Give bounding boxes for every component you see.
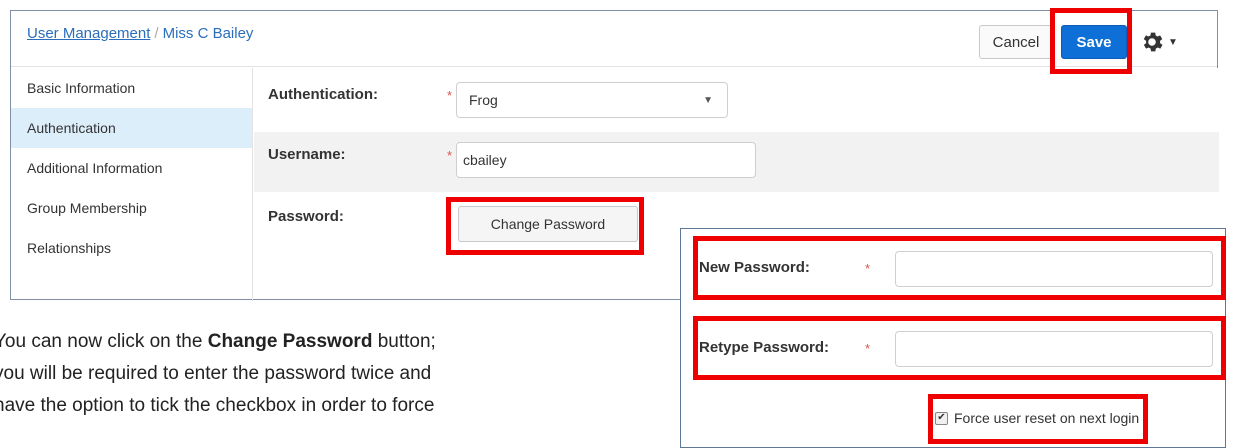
- instruction-line-3: have the option to tick the checkbox in …: [0, 395, 435, 416]
- breadcrumb-current: Miss C Bailey: [162, 25, 254, 42]
- sidebar-nav: Basic Information Authentication Additio…: [11, 68, 253, 301]
- force-reset-label: Force user reset on next login: [954, 410, 1140, 426]
- breadcrumb: User Management / Miss C Bailey: [27, 25, 253, 42]
- gear-icon: [1143, 32, 1163, 52]
- instruction-line-1-pre: You can now click on the: [0, 331, 208, 352]
- retype-password-input[interactable]: [895, 331, 1213, 367]
- force-reset-option[interactable]: ✔ Force user reset on next login: [935, 410, 1139, 426]
- sidebar-item-basic-information[interactable]: Basic Information: [11, 68, 252, 108]
- authentication-select[interactable]: Frog ▼: [456, 82, 728, 118]
- sidebar-item-group-membership[interactable]: Group Membership: [11, 188, 252, 228]
- sidebar-item-authentication[interactable]: Authentication: [11, 108, 252, 148]
- required-marker: *: [447, 148, 453, 163]
- cancel-button[interactable]: Cancel: [979, 25, 1053, 59]
- chevron-down-icon: ▼: [1168, 36, 1178, 48]
- sidebar-item-relationships[interactable]: Relationships: [11, 228, 252, 268]
- required-marker: *: [865, 261, 871, 276]
- breadcrumb-user-management-link[interactable]: User Management: [27, 25, 150, 42]
- change-password-button[interactable]: Change Password: [458, 206, 638, 242]
- instruction-line-1-post: button;: [372, 331, 436, 352]
- save-button[interactable]: Save: [1061, 25, 1127, 59]
- new-password-label: New Password:: [699, 259, 810, 276]
- authentication-value: Frog: [469, 92, 498, 108]
- sidebar-item-additional-information[interactable]: Additional Information: [11, 148, 252, 188]
- password-label: Password:: [268, 208, 344, 225]
- panel-header: User Management / Miss C Bailey Cancel Sav…: [11, 11, 1217, 67]
- required-marker: *: [447, 88, 453, 103]
- breadcrumb-separator: /: [154, 25, 159, 42]
- username-label: Username:: [268, 146, 346, 163]
- username-input[interactable]: cbailey: [456, 142, 756, 178]
- settings-menu-button[interactable]: ▼: [1139, 27, 1183, 57]
- retype-password-label: Retype Password:: [699, 339, 830, 356]
- instruction-line-2: you will be required to enter the passwo…: [0, 363, 432, 384]
- chevron-down-icon: ▼: [703, 95, 713, 106]
- authentication-label: Authentication:: [268, 86, 378, 103]
- instruction-line-1: You can now click on the Change Password…: [0, 326, 660, 358]
- authentication-row: Authentication: * Frog ▼: [254, 68, 1219, 132]
- username-value: cbailey: [463, 152, 507, 168]
- instruction-line-1-bold: Change Password: [207, 331, 373, 352]
- username-row: Username: * cbailey: [254, 132, 1219, 192]
- required-marker: *: [865, 341, 871, 356]
- instruction-text: You can now click on the Change Password…: [0, 326, 660, 422]
- new-password-input[interactable]: [895, 251, 1213, 287]
- change-password-popup: New Password: * Retype Password: * ✔ For…: [680, 228, 1226, 448]
- force-reset-checkbox[interactable]: ✔: [935, 411, 948, 425]
